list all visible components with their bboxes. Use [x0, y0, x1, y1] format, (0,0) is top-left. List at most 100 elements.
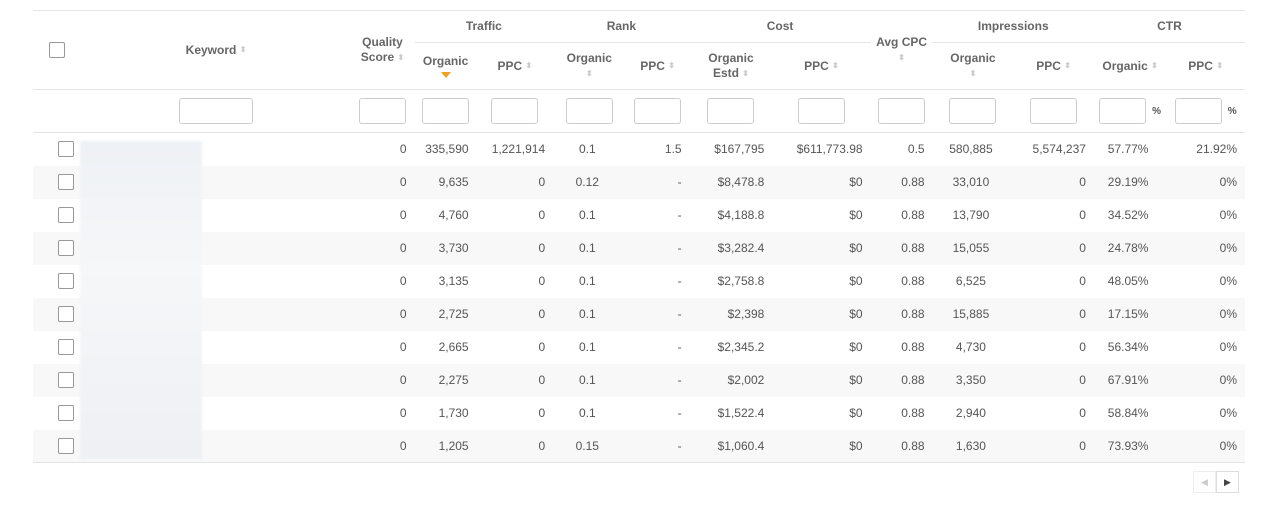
header-cost-organic-label-line1: Organic — [708, 51, 754, 65]
header-ctr-organic-label: Organic — [1102, 58, 1148, 73]
avg-cpc-cell: 0.88 — [870, 297, 933, 331]
sort-icon: ⬍ — [1064, 61, 1071, 71]
filter-rank-ppc-input[interactable] — [634, 98, 682, 124]
rank-ppc-cell: 1.5 — [664, 142, 682, 157]
prev-page-button[interactable]: ◀ — [1193, 471, 1216, 493]
row-checkbox[interactable] — [57, 339, 74, 355]
filter-cost-ppc-input[interactable] — [797, 98, 845, 124]
header-quality-label-line2: Score — [360, 50, 395, 64]
header-quality-score[interactable]: Quality Score ⬍ — [350, 10, 415, 90]
sort-icon: ⬍ — [668, 61, 675, 71]
header-keyword[interactable]: Keyword ⬍ — [81, 10, 351, 90]
imp-ppc-cell: 0 — [1013, 297, 1094, 331]
sort-icon: ⬍ — [1216, 61, 1224, 71]
group-traffic: Traffic — [414, 10, 554, 43]
avg-cpc-cell: 0.88 — [870, 165, 933, 199]
rank-ppc-cell: - — [625, 429, 690, 463]
row-checkbox[interactable] — [57, 405, 74, 421]
header-cost-ppc[interactable]: PPC ⬍ — [772, 42, 871, 90]
filter-quality-score-input[interactable] — [359, 98, 406, 124]
header-traffic-organic[interactable]: Organic — [414, 42, 477, 90]
rank-organic-cell: 0.1 — [578, 208, 596, 222]
row-checkbox[interactable] — [57, 174, 74, 190]
sort-descending-icon — [440, 72, 451, 78]
filter-keyword-cell — [81, 89, 351, 133]
filter-keyword-input[interactable] — [179, 98, 254, 124]
header-cost-organic-estd[interactable]: Organic Estd ⬍ — [689, 42, 773, 90]
traffic-organic-cell: 2,725 — [414, 297, 477, 331]
traffic-organic-cell: 2,275 — [414, 363, 477, 397]
filter-rank-organic-input[interactable] — [565, 98, 613, 124]
header-avg-cpc-label: Avg CPC — [876, 35, 928, 49]
avg-cpc-cell: 0.88 — [870, 231, 933, 265]
row-checkbox[interactable] — [57, 437, 74, 454]
imp-ppc-cell: 0 — [1013, 231, 1094, 265]
header-avg-cpc[interactable]: Avg CPC ⬍ — [870, 10, 933, 90]
filter-traffic-ppc-input[interactable] — [491, 98, 539, 124]
row-checkbox[interactable] — [57, 306, 74, 322]
avg-cpc-cell: 0.88 — [901, 274, 925, 288]
row-select-cell — [33, 199, 82, 232]
rank-organic-cell: 0.1 — [578, 340, 596, 354]
filter-cost-organic-input[interactable] — [707, 98, 755, 124]
ctr-ppc-cell: 21.92% — [1196, 142, 1237, 157]
rank-ppc-cell: - — [677, 340, 682, 354]
imp-organic-cell: 15,885 — [932, 297, 1014, 331]
filter-ctr-ppc-input[interactable] — [1174, 98, 1222, 124]
row-checkbox[interactable] — [57, 207, 74, 223]
traffic-organic-cell: 2,665 — [438, 340, 469, 354]
header-traffic-ppc[interactable]: PPC ⬍ — [476, 42, 554, 90]
rank-organic-cell: 0.15 — [553, 429, 626, 463]
header-rank-ppc[interactable]: PPC ⬍ — [625, 42, 690, 90]
quality-cell: 0 — [399, 142, 407, 157]
rank-ppc-cell: - — [677, 208, 682, 222]
row-select-cell — [33, 133, 82, 166]
table-row: 0 1,730 0 0.1 - $1,522.4 $0 0.88 2,940 0 58.84% 0% — [33, 397, 1245, 430]
header-rank-organic-label: Organic — [566, 51, 612, 65]
quality-cell: 0 — [350, 363, 415, 397]
row-select-cell — [33, 165, 82, 199]
quality-cell: 0 — [350, 231, 415, 265]
traffic-organic-cell: 1,730 — [438, 406, 469, 420]
cost-ppc-cell: $0 — [772, 429, 871, 463]
cost-ppc-cell: $0 — [772, 363, 871, 397]
header-ctr-ppc[interactable]: PPC ⬍ — [1166, 42, 1245, 90]
header-rank-organic[interactable]: Organic ⬍ — [553, 42, 626, 90]
filter-impressions-ppc-cell — [1013, 89, 1094, 133]
rank-ppc-cell: - — [625, 297, 690, 331]
table-row: 0 3,730 0 0.1- $3,282.4 $0 0.88 15,055 0 24.78% 0% — [33, 231, 1245, 265]
ctr-organic-cell: 34.52% — [1107, 208, 1149, 222]
imp-ppc-cell: 0 — [1079, 406, 1086, 420]
filter-impressions-organic-input[interactable] — [949, 98, 997, 124]
rank-ppc-cell: - — [625, 165, 690, 199]
row-checkbox[interactable] — [57, 141, 74, 158]
filter-ctr-organic-input[interactable] — [1099, 98, 1147, 124]
select-all-checkbox[interactable] — [49, 42, 66, 58]
ctr-organic-cell: 56.34% — [1107, 340, 1149, 354]
filter-impressions-ppc-input[interactable] — [1030, 98, 1078, 124]
rank-organic-cell: 0.1 — [553, 297, 626, 331]
filter-avg-cpc-input[interactable] — [878, 98, 926, 124]
header-impressions-ppc[interactable]: PPC ⬍ — [1013, 42, 1094, 90]
row-checkbox[interactable] — [57, 273, 74, 289]
imp-organic-cell: 3,350 — [932, 363, 1014, 397]
filter-cost-ppc-cell — [772, 89, 871, 133]
sort-icon: ⬍ — [832, 61, 839, 71]
traffic-organic-cell: 3,135 — [438, 274, 469, 288]
header-rank-ppc-label: PPC — [640, 58, 665, 73]
next-page-button[interactable]: ▶ — [1216, 471, 1239, 493]
row-checkbox[interactable] — [57, 240, 74, 256]
quality-cell: 0 — [350, 165, 415, 199]
filter-avg-cpc-cell — [870, 89, 933, 133]
header-impressions-organic[interactable]: Organic ⬍ — [932, 42, 1014, 90]
header-ctr-organic[interactable]: Organic ⬍ — [1093, 42, 1167, 90]
imp-organic-cell: 6,525 — [955, 274, 986, 288]
row-checkbox[interactable] — [57, 372, 74, 388]
filter-ctr-ppc-cell: % — [1166, 89, 1245, 133]
quality-cell: 0 — [399, 340, 407, 354]
filter-quality-cell — [350, 89, 415, 133]
imp-ppc-cell: 0 — [1079, 274, 1086, 288]
group-rank: Rank — [553, 10, 690, 43]
traffic-ppc-cell: 0 — [538, 406, 546, 420]
filter-traffic-organic-input[interactable] — [422, 98, 470, 124]
